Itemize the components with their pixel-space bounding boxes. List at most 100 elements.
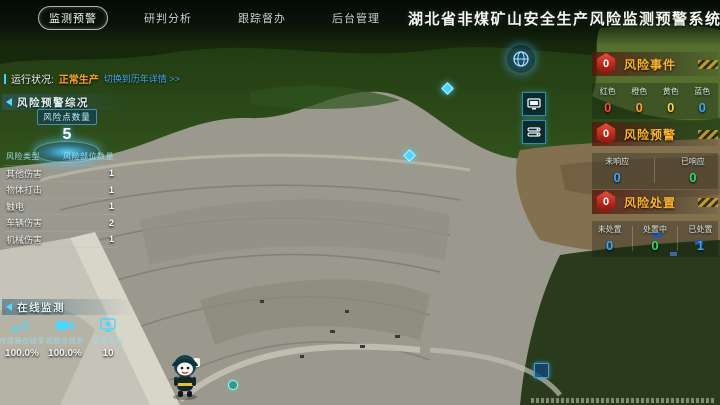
stat-value: 100.0% bbox=[48, 348, 82, 359]
stat-video-online[interactable]: 视频在线率 100.0% bbox=[45, 316, 85, 359]
section-title: 在线监测 bbox=[17, 300, 65, 315]
panel-risk-events: 0 风险事件 红色 0 橙色 0 黄色 0 蓝色 0 bbox=[592, 52, 718, 119]
hazard-stripe-decoration bbox=[698, 198, 718, 207]
risk-type: 车辆伤害 bbox=[6, 216, 42, 229]
hazard-stripe-decoration bbox=[698, 130, 718, 139]
legend-label: 未处置 bbox=[598, 224, 622, 235]
stat-label: 传感器在线率 bbox=[0, 336, 45, 346]
stat-label: 视频在线率 bbox=[46, 336, 84, 346]
hexagon-badge: 0 bbox=[596, 53, 616, 75]
legend-value: 0 bbox=[667, 100, 674, 115]
risk-type: 机械伤害 bbox=[6, 233, 42, 246]
globe-icon bbox=[512, 50, 530, 68]
legend-value: 0 bbox=[614, 170, 621, 185]
legend-label: 未响应 bbox=[605, 156, 629, 167]
panel-titlebar[interactable]: 0 风险处置 bbox=[592, 190, 718, 214]
camera-icon bbox=[54, 316, 76, 334]
col-risk-count: 风险部位数量 bbox=[63, 151, 114, 162]
panel-titlebar[interactable]: 0 风险事件 bbox=[592, 52, 718, 76]
table-header-row: 风险类型 风险部位数量 bbox=[4, 149, 116, 166]
panel-title: 风险处置 bbox=[624, 194, 676, 211]
stat-monitor-points[interactable]: 监测点数 10 bbox=[88, 316, 128, 359]
panel-title: 风险预警 bbox=[624, 126, 676, 143]
table-row[interactable]: 触电 1 bbox=[4, 199, 116, 216]
legend-blue: 蓝色 0 bbox=[689, 86, 715, 115]
layers-tool-button[interactable] bbox=[522, 120, 546, 144]
table-row[interactable]: 机械伤害 1 bbox=[4, 232, 116, 249]
legend-divider bbox=[677, 226, 678, 251]
beacon-label: 风险点数量 bbox=[37, 109, 97, 125]
col-risk-type: 风险类型 bbox=[6, 151, 40, 162]
table-row[interactable]: 车辆伤害 2 bbox=[4, 215, 116, 232]
map-mini-button[interactable] bbox=[534, 363, 549, 378]
legend-value: 0 bbox=[699, 100, 706, 115]
panel-legend: 红色 0 橙色 0 黄色 0 蓝色 0 bbox=[592, 83, 718, 119]
stat-sensor-online[interactable]: 传感器在线率 100.0% bbox=[2, 316, 42, 359]
panel-titlebar[interactable]: 0 风险预警 bbox=[592, 122, 718, 146]
section-arrow-icon bbox=[6, 303, 12, 311]
nav-tabs: 监测预警 研判分析 跟踪督办 后台管理 bbox=[38, 6, 390, 30]
panel-risk-disposal: 0 风险处置 未处置 0 处置中 0 已处置 1 bbox=[592, 190, 718, 257]
legend-value: 0 bbox=[636, 100, 643, 115]
hexagon-badge: 0 bbox=[596, 123, 616, 145]
status-value: 正常生产 bbox=[59, 71, 99, 86]
tab-monitor-warning[interactable]: 监测预警 bbox=[38, 6, 108, 30]
panel-legend: 未处置 0 处置中 0 已处置 1 bbox=[592, 221, 718, 257]
status-label: 运行状况: bbox=[11, 71, 54, 86]
tab-admin[interactable]: 后台管理 bbox=[322, 7, 390, 29]
stat-label: 监测点数 bbox=[93, 336, 123, 346]
risk-count: 1 bbox=[109, 168, 114, 178]
risk-type: 物体打击 bbox=[6, 183, 42, 196]
tab-tracking[interactable]: 跟踪督办 bbox=[228, 7, 296, 29]
legend-orange: 橙色 0 bbox=[626, 86, 652, 115]
section-online-monitoring: 在线监测 bbox=[2, 299, 134, 315]
table-row[interactable]: 物体打击 1 bbox=[4, 182, 116, 199]
video-wall-tool-button[interactable] bbox=[522, 92, 546, 116]
page-title: 湖北省非煤矿山安全生产风险监测预警系统 bbox=[408, 8, 720, 29]
section-arrow-icon bbox=[6, 98, 12, 106]
legend-label: 处置中 bbox=[643, 224, 667, 235]
safety-mascot[interactable] bbox=[166, 350, 204, 400]
risk-type: 其他伤害 bbox=[6, 167, 42, 180]
legend-value: 0 bbox=[651, 238, 658, 253]
legend-divider bbox=[654, 158, 655, 183]
map-attribution-strip bbox=[531, 398, 716, 403]
status-detail-link[interactable]: 切换到历年详情 >> bbox=[104, 72, 180, 85]
risk-count: 1 bbox=[109, 234, 114, 244]
status-tick bbox=[4, 74, 6, 84]
globe-compass-button[interactable] bbox=[507, 45, 535, 73]
risk-type-table: 风险类型 风险部位数量 其他伤害 1 物体打击 1 触电 1 车辆伤害 2 机械… bbox=[4, 149, 116, 248]
legend-label: 红色 bbox=[600, 86, 616, 97]
legend-disposing: 处置中 0 bbox=[642, 224, 668, 253]
legend-red: 红色 0 bbox=[595, 86, 621, 115]
legend-unresponded: 未响应 0 bbox=[604, 156, 630, 185]
legend-label: 已响应 bbox=[681, 156, 705, 167]
risk-type: 触电 bbox=[6, 200, 24, 213]
panel-risk-warnings: 0 风险预警 未响应 0 已响应 0 bbox=[592, 122, 718, 189]
legend-undisposed: 未处置 0 bbox=[597, 224, 623, 253]
panel-title: 风险事件 bbox=[624, 56, 676, 73]
risk-count: 1 bbox=[109, 201, 114, 211]
legend-value: 1 bbox=[697, 238, 704, 253]
beacon-value: 5 bbox=[28, 126, 106, 144]
legend-label: 已处置 bbox=[688, 224, 712, 235]
stat-value: 100.0% bbox=[5, 348, 39, 359]
legend-value: 0 bbox=[606, 238, 613, 253]
run-status-line: 运行状况: 正常生产 切换到历年详情 >> bbox=[4, 71, 180, 86]
header-bar: 监测预警 研判分析 跟踪督办 后台管理 湖北省非煤矿山安全生产风险监测预警系统 … bbox=[0, 0, 720, 36]
legend-responded: 已响应 0 bbox=[680, 156, 706, 185]
table-row[interactable]: 其他伤害 1 bbox=[4, 166, 116, 183]
map-sensor-dot[interactable] bbox=[228, 380, 238, 390]
video-wall-icon bbox=[527, 98, 541, 110]
panel-legend: 未响应 0 已响应 0 bbox=[592, 153, 718, 189]
tab-analysis[interactable]: 研判分析 bbox=[134, 7, 202, 29]
legend-value: 0 bbox=[604, 100, 611, 115]
legend-yellow: 黄色 0 bbox=[658, 86, 684, 115]
legend-disposed: 已处置 1 bbox=[687, 224, 713, 253]
legend-divider bbox=[632, 226, 633, 251]
legend-label: 橙色 bbox=[631, 86, 647, 97]
risk-count: 2 bbox=[109, 218, 114, 228]
sensor-icon bbox=[11, 316, 33, 334]
monitoring-stats: 传感器在线率 100.0% 视频在线率 100.0% 监测点数 10 bbox=[2, 316, 128, 359]
stat-value: 10 bbox=[102, 348, 113, 359]
